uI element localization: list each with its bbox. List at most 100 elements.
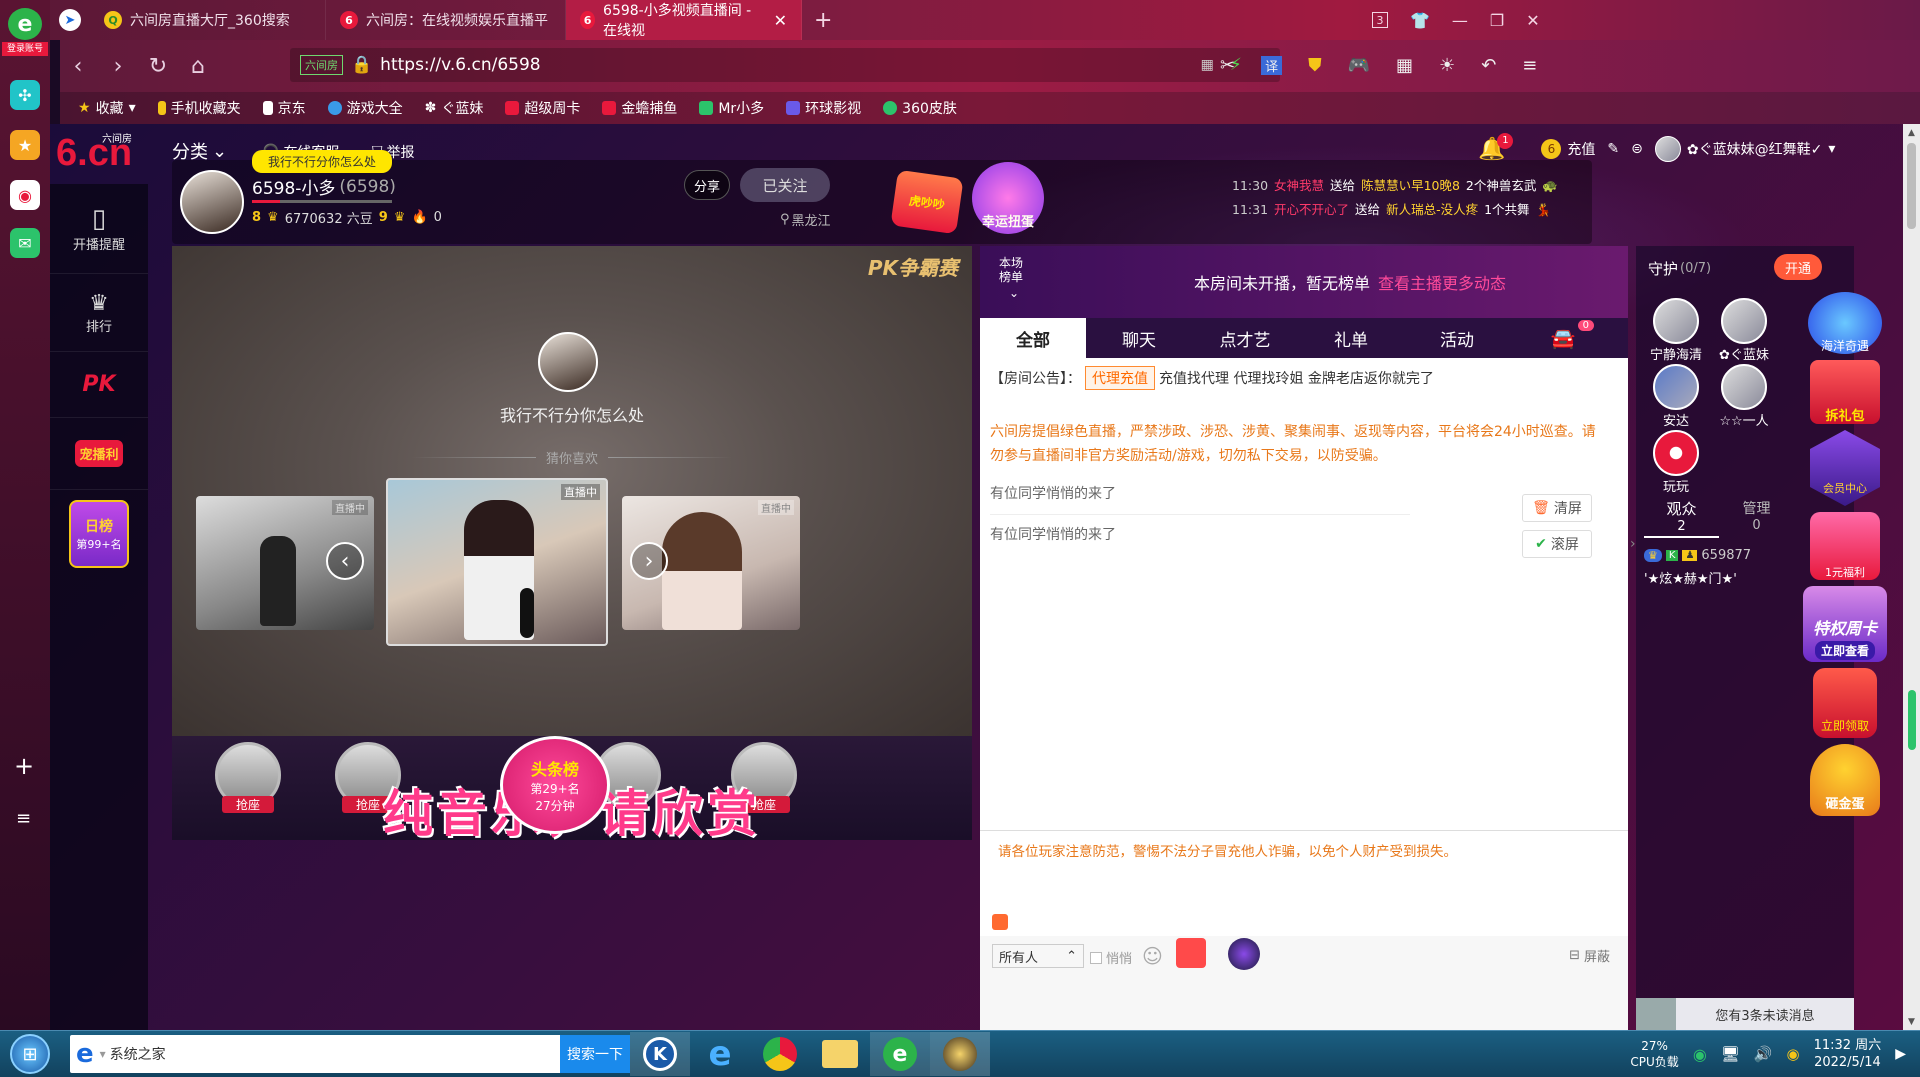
clear-screen-button[interactable]: 🗑 清屏 <box>1522 494 1592 522</box>
lucky-capsule-badge[interactable]: 幸运扭蛋 <box>972 162 1044 234</box>
network-icon[interactable]: 🖥 <box>1721 1045 1740 1063</box>
live-reminder-link[interactable]: ▯ 开播提醒 <box>50 184 148 274</box>
browser-nav-icon[interactable]: ➤ <box>50 0 90 40</box>
special-effect-icon[interactable] <box>1228 938 1260 970</box>
shirt-icon[interactable]: 👕 <box>1410 11 1430 30</box>
favorites-star-icon[interactable]: ★ <box>10 130 40 160</box>
notification-bell[interactable]: 🔔 1 <box>1478 132 1514 162</box>
site-logo[interactable]: 6.cn 六间房 <box>56 132 132 175</box>
seat-slot[interactable]: 抢座 <box>202 742 294 834</box>
scroll-down-icon[interactable]: ▼ <box>1903 1013 1920 1030</box>
add-sidebar-icon[interactable]: + <box>14 752 34 780</box>
tab-6cn-home[interactable]: 6 六间房：在线视频娱乐直播平 <box>326 0 566 40</box>
folder-icon[interactable] <box>810 1032 870 1076</box>
bookmark-item[interactable]: 超级周卡 <box>497 98 588 118</box>
tab-talent[interactable]: 点才艺 <box>1192 318 1298 358</box>
undo-icon[interactable]: ↶ <box>1481 55 1496 76</box>
qr-icon[interactable]: ▦ <box>1201 57 1222 73</box>
side-scroll-indicator[interactable] <box>1908 690 1916 750</box>
audience-user[interactable]: ♛ K ♟ 659877 <box>1644 548 1751 563</box>
open-guard-button[interactable]: 开通 <box>1774 254 1822 280</box>
ie-taskbar-icon[interactable]: e <box>690 1032 750 1076</box>
scroll-thumb[interactable] <box>1907 143 1916 229</box>
tab-activity[interactable]: 活动 <box>1404 318 1510 358</box>
scroll-up-icon[interactable]: ▲ <box>1903 124 1920 141</box>
weibo-icon[interactable]: ◉ <box>10 180 40 210</box>
active-app-icon[interactable] <box>930 1032 990 1076</box>
recommended-stream-card-featured[interactable]: 直播中 <box>386 478 608 646</box>
carousel-next-button[interactable]: › <box>630 542 668 580</box>
ranking-link[interactable]: ♛ 排行 <box>50 274 148 352</box>
minimize-icon[interactable]: — <box>1452 11 1468 30</box>
start-button[interactable]: ⊞ <box>0 1032 60 1076</box>
back-icon[interactable]: ‹ <box>60 48 96 84</box>
recipient-select[interactable]: 所有人 ⌃ <box>992 944 1084 968</box>
login-badge[interactable]: 登录账号 <box>2 42 48 56</box>
headline-rank-badge[interactable]: 头条榜 第29+名 27分钟 <box>500 736 610 834</box>
bookmark-item[interactable]: Mr小多 <box>691 98 772 118</box>
bookmark-item[interactable]: 金蟾捕鱼 <box>594 98 685 118</box>
rank-tab[interactable]: 本场榜单 <box>994 256 1028 284</box>
tab-all[interactable]: 全部 <box>980 318 1086 358</box>
unread-bar[interactable]: 您有3条未读消息 <box>1636 998 1854 1030</box>
volume-icon[interactable]: 🔊 <box>1754 1045 1773 1063</box>
search-input[interactable]: 系统之家 <box>110 1044 560 1064</box>
360-tray-icon[interactable]: ◉ <box>1693 1045 1707 1064</box>
360-browser-taskbar-icon[interactable]: e <box>870 1032 930 1076</box>
guard-member[interactable]: ☆☆一人 <box>1716 364 1772 429</box>
tab-gift-list[interactable]: 礼单 <box>1298 318 1404 358</box>
bookmark-item[interactable]: ★ 收藏 ▾ <box>70 98 144 118</box>
refresh-icon[interactable]: ↻ <box>140 48 176 84</box>
search-button[interactable]: 搜索一下 <box>560 1035 630 1073</box>
tab-6598-room[interactable]: 6 6598-小多视频直播间 - 在线视 ✕ <box>566 0 802 40</box>
plugin-icon[interactable]: ✣ <box>10 80 40 110</box>
new-tab-button[interactable]: + <box>802 8 844 33</box>
emoji-icon[interactable]: ☺ <box>1142 944 1163 968</box>
message-flag-icon[interactable] <box>992 914 1008 930</box>
show-desktop-icon[interactable]: ▶ <box>1895 1046 1906 1062</box>
taskbar-search[interactable]: e ▾ 系统之家 搜索一下 <box>70 1035 630 1073</box>
benefit-link[interactable]: 宠播利 <box>50 418 148 490</box>
close-window-icon[interactable]: ✕ <box>1526 11 1539 30</box>
tab-count-badge[interactable]: 3 <box>1372 12 1388 28</box>
audience-tab[interactable]: 观众 2 <box>1644 498 1719 538</box>
bookmark-item[interactable]: ✽ ぐ蓝妹 <box>417 98 492 118</box>
clock[interactable]: 11:32 周六 2022/5/14 <box>1814 1037 1882 1071</box>
bookmark-item[interactable]: 环球影视 <box>778 98 869 118</box>
collapse-arrow-icon[interactable]: › <box>1630 536 1640 566</box>
video-player[interactable]: PK争霸赛 我行不行分你怎么处 猜你喜欢 直播中 直播中 直播中 ‹ › <box>172 246 972 736</box>
recharge-button[interactable]: 6 充值 <box>1541 139 1595 159</box>
user-menu[interactable]: ✿ぐ蓝妹妹@红舞鞋✓ ▾ <box>1654 136 1835 162</box>
whisper-checkbox[interactable]: 悄悄 <box>1090 948 1132 967</box>
scroll-lock-button[interactable]: ✔ 滚屏 <box>1522 530 1592 558</box>
scissors-icon[interactable]: ✂ <box>1220 55 1235 76</box>
block-button[interactable]: ⊟ 屏蔽 <box>1569 946 1610 965</box>
security-tray-icon[interactable]: ◉ <box>1787 1045 1800 1063</box>
guard-member[interactable]: ✿ぐ蓝妹 <box>1716 298 1772 363</box>
bookmark-item[interactable]: 京东 <box>255 98 314 118</box>
pk-link[interactable]: PK <box>50 352 148 418</box>
home-icon[interactable]: ⌂ <box>180 48 216 84</box>
daily-rank-badge[interactable]: 日榜 第99+名 <box>69 500 129 568</box>
chrome-icon[interactable] <box>750 1032 810 1076</box>
bookmark-item[interactable]: 手机收藏夹 <box>150 98 249 118</box>
shield-icon[interactable]: ⛊ <box>1308 55 1322 76</box>
translate-icon[interactable]: 译 <box>1261 55 1283 75</box>
guard-member[interactable]: 玩玩 <box>1648 430 1704 495</box>
brightness-icon[interactable]: ☀ <box>1439 55 1455 76</box>
menu-list-icon[interactable]: ≡ <box>16 808 31 829</box>
menu-circle-icon[interactable]: ⊜ <box>1631 141 1643 157</box>
more-anchor-link[interactable]: 查看主播更多动态 <box>1378 270 1506 294</box>
forward-icon[interactable]: › <box>100 48 136 84</box>
bookmark-item[interactable]: 360皮肤 <box>875 98 965 118</box>
page-scrollbar[interactable]: ▲ ▼ <box>1903 124 1920 1030</box>
carousel-prev-button[interactable]: ‹ <box>326 542 364 580</box>
game-icon[interactable]: 🎮 <box>1348 55 1370 76</box>
mail-icon[interactable]: ✉ <box>10 228 40 258</box>
k-app-icon[interactable]: K <box>630 1032 690 1076</box>
follow-button[interactable]: 已关注 <box>740 168 830 202</box>
hamburger-menu-icon[interactable]: ≡ <box>1522 55 1537 76</box>
gift-bag-icon[interactable] <box>1176 938 1206 968</box>
tab-360-search[interactable]: Q 六间房直播大厅_360搜索 <box>90 0 326 40</box>
apps-grid-icon[interactable]: ▦ <box>1396 55 1413 76</box>
